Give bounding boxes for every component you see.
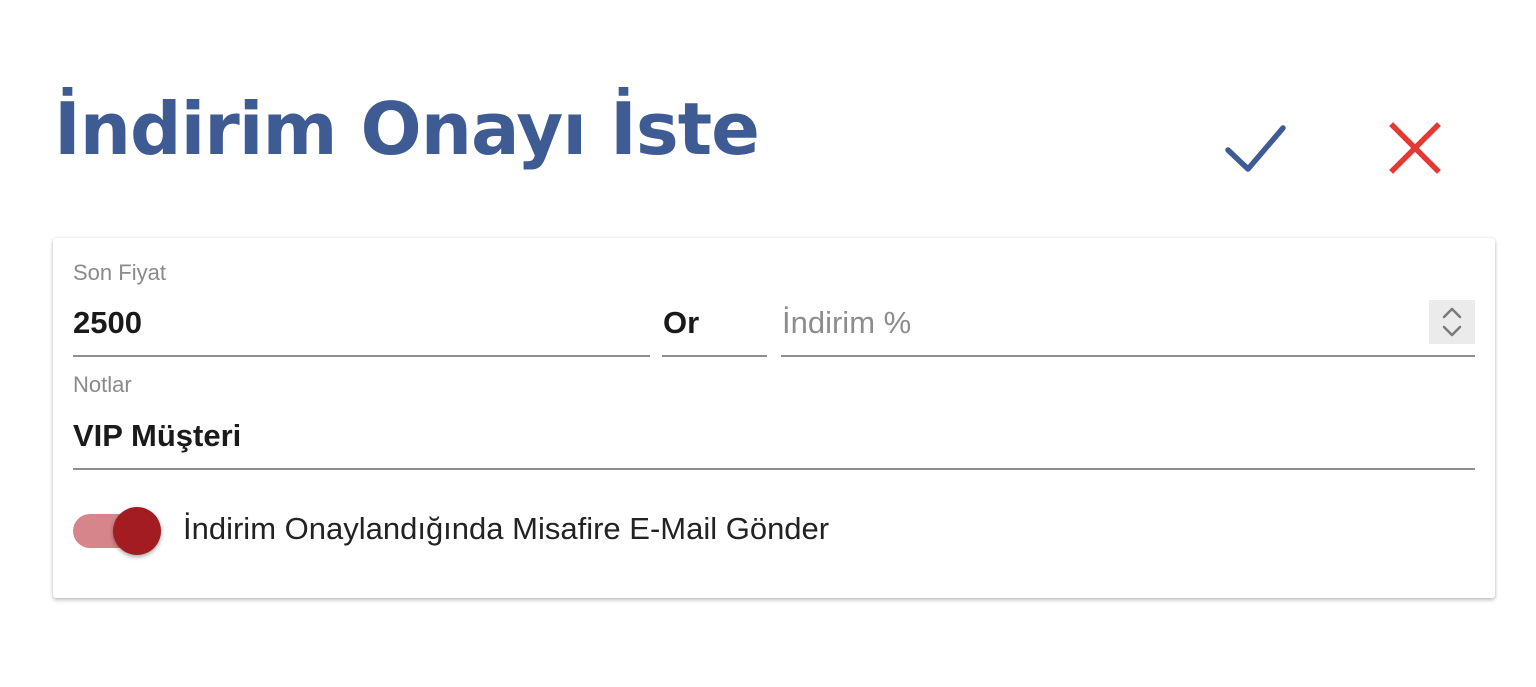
final-price-label: Son Fiyat (73, 260, 166, 285)
final-price-underline (73, 355, 650, 357)
or-separator: Or (663, 305, 700, 340)
email-notification-label: İndirim Onaylandığında Misafire E-Mail G… (183, 511, 830, 546)
confirm-button[interactable] (1223, 116, 1287, 180)
stepper-icon (1442, 307, 1462, 337)
notes-underline (73, 468, 1475, 470)
discount-approval-dialog: İndirim Onayı İste Son Fiyat 2500 Or İnd… (0, 0, 1536, 687)
close-icon (1389, 122, 1441, 174)
email-notification-toggle[interactable] (73, 504, 167, 558)
check-icon (1225, 125, 1286, 172)
notes-label: Notlar (73, 372, 132, 397)
discount-percent-input[interactable]: İndirim % (782, 305, 911, 341)
discount-percent-stepper[interactable] (1429, 300, 1475, 344)
toggle-knob (113, 507, 161, 555)
page-title: İndirim Onayı İste (54, 87, 760, 171)
cancel-button[interactable] (1383, 116, 1447, 180)
or-underline (662, 355, 767, 357)
final-price-input[interactable]: 2500 (73, 305, 142, 341)
notes-input[interactable]: VIP Müşteri (73, 418, 241, 454)
discount-form-card: Son Fiyat 2500 Or İndirim % Notlar VIP M… (53, 238, 1495, 598)
discount-percent-underline (781, 355, 1475, 357)
